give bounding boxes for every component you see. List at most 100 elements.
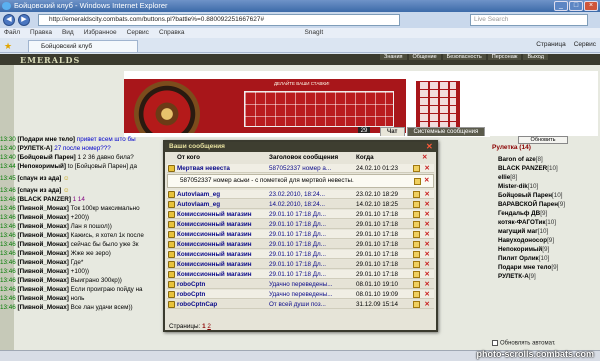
- menu-item-view[interactable]: Вид: [62, 28, 74, 38]
- player-item[interactable]: BLACK PANZER[10]: [498, 165, 558, 173]
- delete-icon[interactable]: ✕: [423, 164, 431, 173]
- header-subject: Заголовок сообщения: [269, 154, 339, 161]
- winning-number: 29: [358, 127, 370, 133]
- nav-communication[interactable]: Общение: [408, 54, 441, 60]
- page-link[interactable]: 2: [207, 323, 211, 330]
- delete-icon[interactable]: ✕: [424, 175, 429, 187]
- player-item[interactable]: Навуходоносор[9]: [498, 237, 554, 245]
- reply-icon[interactable]: [413, 231, 420, 238]
- reply-icon[interactable]: [413, 291, 420, 298]
- tab-system-messages[interactable]: Системные сообщения: [406, 127, 486, 136]
- chat-line: 13:46 [Пивной_Монах] ноль: [0, 295, 85, 302]
- chat-line: 13:45 [спаун из ада] ☺: [0, 175, 70, 182]
- back-button[interactable]: ◀: [3, 14, 15, 26]
- reply-icon[interactable]: [414, 178, 421, 185]
- number-history: [416, 81, 460, 129]
- delete-icon[interactable]: ✕: [423, 270, 431, 279]
- reply-icon[interactable]: [413, 281, 420, 288]
- player-item[interactable]: Mister-dik[10]: [498, 183, 538, 191]
- chat-line: 13:30 [Подари мне тело] привет всем што …: [0, 136, 136, 143]
- roulette-wheel: [134, 81, 200, 133]
- reply-icon[interactable]: [413, 271, 420, 278]
- maximize-button[interactable]: □: [569, 1, 583, 11]
- message-row[interactable]: Комиссионный магазин 29.01.10 17:18 Дл...…: [167, 240, 434, 249]
- window-titlebar: Бойцовский клуб - Windows Internet Explo…: [0, 0, 600, 12]
- reply-icon[interactable]: [413, 251, 420, 258]
- roulette-table[interactable]: ДЕЛАЙТЕ ВАШИ СТАВКИ! 29: [124, 79, 406, 133]
- close-button[interactable]: ×: [584, 1, 598, 11]
- message-row[interactable]: roboCptn Удачно переведены... 08.01.10 19:…: [167, 280, 434, 289]
- menu-item-help[interactable]: Справка: [159, 28, 185, 38]
- delete-icon[interactable]: ✕: [423, 250, 431, 259]
- reply-icon[interactable]: [413, 165, 420, 172]
- reply-icon[interactable]: [413, 211, 420, 218]
- tab-chat[interactable]: Чат: [380, 127, 405, 136]
- message-row[interactable]: Комиссионный магазин 29.01.10 17:18 Дл...…: [167, 250, 434, 259]
- chat-line: 13:46 [Пивной_Монах] Лан я пошол)): [0, 223, 112, 230]
- delete-icon[interactable]: ✕: [423, 200, 431, 209]
- refresh-button[interactable]: Обновить: [518, 136, 568, 144]
- nav-security[interactable]: Безопасность: [442, 54, 486, 60]
- reply-icon[interactable]: [413, 201, 420, 208]
- message-row[interactable]: Autovlaam_eg 14.02.2010, 18:24... 14.02.10…: [167, 200, 434, 209]
- player-item[interactable]: Непокоримый[9]: [498, 246, 549, 254]
- message-row[interactable]: Мертвая невеста 587052337 номер а... 24.02…: [167, 164, 434, 173]
- message-row[interactable]: roboCptnCap От всей души поз... 31.12.09 1…: [167, 300, 434, 309]
- page-menu-button[interactable]: Страница: [536, 41, 565, 48]
- delete-icon[interactable]: ✕: [423, 240, 431, 249]
- address-row: ◀ ▶ http://emeraldscity.combats.com/butt…: [0, 12, 600, 28]
- minimize-button[interactable]: _: [554, 1, 568, 11]
- menu-item-tools[interactable]: Сервис: [127, 28, 149, 38]
- message-row[interactable]: Комиссионный магазин 29.01.10 17:18 Дл...…: [167, 260, 434, 269]
- player-item[interactable]: ellie[8]: [498, 174, 517, 182]
- message-row[interactable]: roboCptn Удачно переведены... 08.01.10 19:…: [167, 290, 434, 299]
- menu-item-edit[interactable]: Правка: [30, 28, 52, 38]
- delete-icon[interactable]: ✕: [423, 260, 431, 269]
- reply-icon[interactable]: [413, 301, 420, 308]
- delete-icon[interactable]: ✕: [423, 280, 431, 289]
- reply-icon[interactable]: [413, 261, 420, 268]
- delete-all-icon[interactable]: ✕: [422, 154, 427, 161]
- delete-icon[interactable]: ✕: [423, 300, 431, 309]
- delete-icon[interactable]: ✕: [423, 190, 431, 199]
- roulette-title: Рулетка (14): [492, 144, 531, 151]
- address-bar[interactable]: http://emeraldscity.combats.com/buttons.…: [38, 14, 400, 26]
- delete-icon[interactable]: ✕: [423, 210, 431, 219]
- auto-refresh[interactable]: Обновлять автомат.: [492, 340, 556, 347]
- auto-refresh-checkbox[interactable]: [492, 340, 498, 346]
- message-row[interactable]: Комиссионный магазин 29.01.10 17:18 Дл...…: [167, 220, 434, 229]
- betting-grid[interactable]: [244, 91, 394, 127]
- nav-exit[interactable]: Выход: [523, 54, 548, 60]
- forward-button[interactable]: ▶: [18, 14, 30, 26]
- delete-icon[interactable]: ✕: [423, 220, 431, 229]
- player-item[interactable]: Гендальф ДВ[9]: [498, 210, 547, 218]
- reply-icon[interactable]: [413, 221, 420, 228]
- player-item[interactable]: РУЛЕТК-А[9]: [498, 273, 536, 281]
- delete-icon[interactable]: ✕: [423, 230, 431, 239]
- reply-icon[interactable]: [413, 191, 420, 198]
- player-item[interactable]: магущий маг[10]: [498, 228, 548, 236]
- nav-character[interactable]: Персонаж: [487, 54, 522, 60]
- player-item[interactable]: Пилит Орлик[10]: [498, 255, 549, 263]
- delete-icon[interactable]: ✕: [423, 290, 431, 299]
- menu-item-file[interactable]: Файл: [4, 28, 20, 38]
- tools-menu-button[interactable]: Сервис: [574, 41, 596, 48]
- search-input[interactable]: Live Search: [470, 14, 588, 26]
- player-item[interactable]: Подари мне тело[9]: [498, 264, 558, 272]
- message-row[interactable]: Autovlaam_eg 23.02.2010, 18:24... 23.02.10…: [167, 190, 434, 199]
- nav-knowledge[interactable]: Знания: [380, 54, 407, 60]
- player-item[interactable]: ВАРАВСКОЙ Парен[9]: [498, 201, 565, 209]
- menu-item-favorites[interactable]: Избранное: [84, 28, 117, 38]
- browser-tab[interactable]: Бойцовский клуб: [28, 40, 138, 52]
- close-icon[interactable]: ✕: [426, 143, 434, 151]
- player-item[interactable]: Бойцовый Парен[10]: [498, 192, 563, 200]
- player-item[interactable]: котяк-ФАГОТик[10]: [498, 219, 556, 227]
- snagit-button[interactable]: SnagIt: [304, 28, 323, 38]
- message-row[interactable]: Комиссионный магазин 29.01.10 17:18 Дл...…: [167, 210, 434, 219]
- message-row[interactable]: Комиссионный магазин 29.01.10 17:18 Дл...…: [167, 230, 434, 239]
- reply-icon[interactable]: [413, 241, 420, 248]
- message-row[interactable]: Комиссионный магазин 29.01.10 17:18 Дл...…: [167, 270, 434, 279]
- messages-header: От кого Заголовок сообщения Когда ✕: [165, 154, 436, 163]
- player-item[interactable]: Baron of aze[8]: [498, 156, 543, 164]
- favorites-star-icon[interactable]: ★: [4, 41, 12, 52]
